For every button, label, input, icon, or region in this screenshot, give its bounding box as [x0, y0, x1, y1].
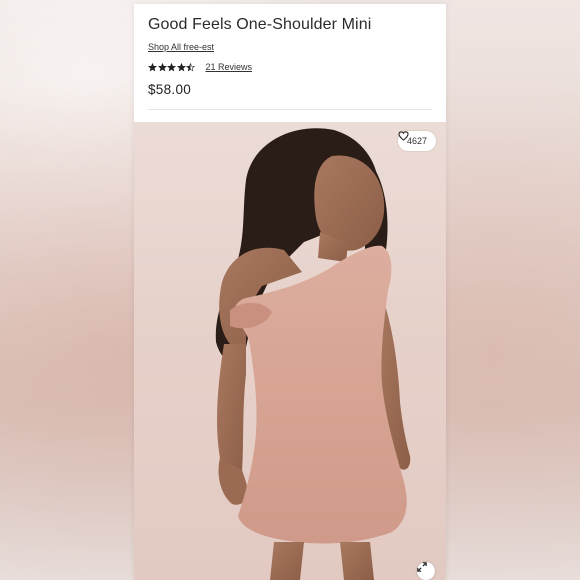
star-icon — [167, 62, 176, 71]
rating-stars — [148, 62, 196, 72]
product-image[interactable]: 4627 — [134, 122, 446, 580]
divider — [148, 109, 432, 110]
star-icon — [148, 62, 157, 71]
shop-all-link[interactable]: Shop All free-est — [148, 42, 214, 52]
reviews-link[interactable]: 21 Reviews — [206, 62, 253, 72]
screenshot-frame: Good Feels One-Shoulder Mini Shop All fr… — [0, 0, 580, 580]
product-title: Good Feels One-Shoulder Mini — [148, 16, 372, 33]
star-icon — [157, 62, 167, 71]
likes-count: 4627 — [406, 136, 427, 146]
product-price: $58.00 — [148, 82, 192, 97]
expand-icon — [417, 562, 427, 572]
star-icon — [176, 62, 186, 71]
star-icon — [186, 62, 195, 71]
model-illustration — [215, 128, 411, 580]
product-info: Good Feels One-Shoulder Mini Shop All fr… — [134, 4, 446, 122]
likes-badge[interactable]: 4627 — [397, 131, 436, 151]
heart-icon — [398, 131, 409, 141]
rating-row: 21 Reviews — [148, 60, 252, 74]
expand-image-button[interactable] — [417, 562, 435, 580]
product-card: Good Feels One-Shoulder Mini Shop All fr… — [134, 4, 446, 580]
